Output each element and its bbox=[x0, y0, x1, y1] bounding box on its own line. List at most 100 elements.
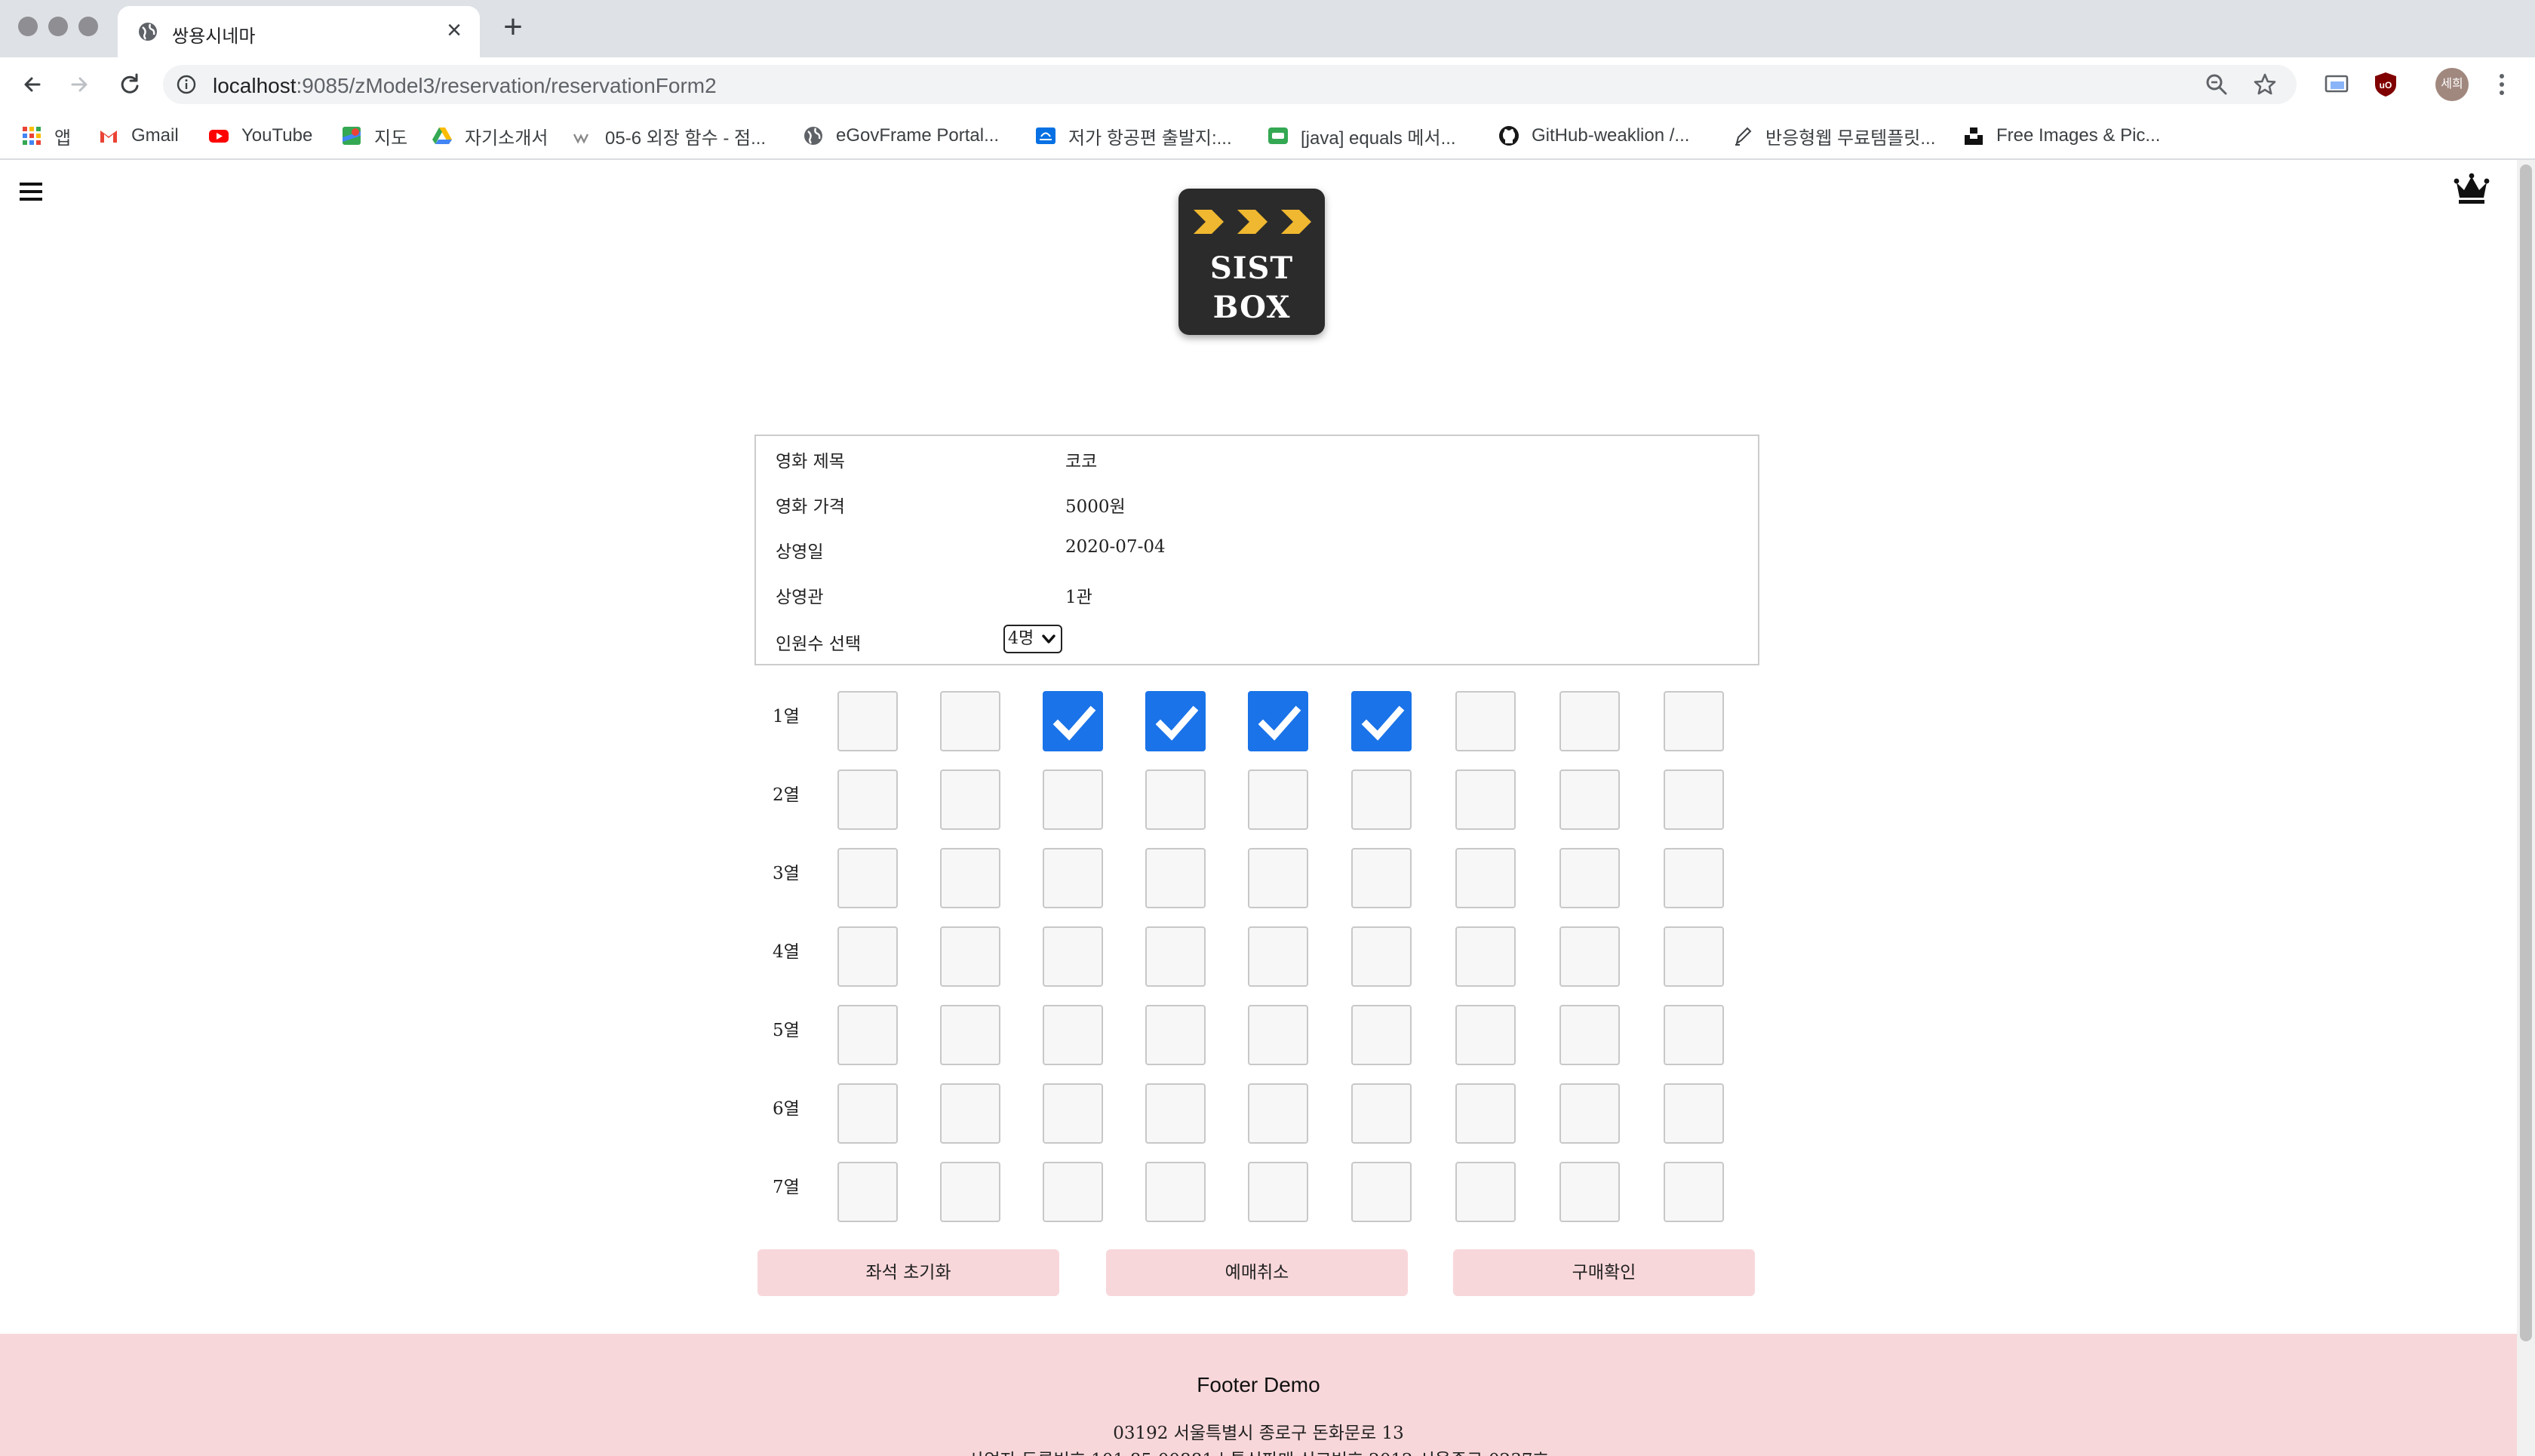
forward-arrow-icon[interactable] bbox=[63, 68, 97, 101]
bookmark-item[interactable]: 반응형웹 무료템플릿... bbox=[1732, 121, 1935, 151]
bookmark-item[interactable]: 저가 항공편 출발지:... bbox=[1035, 121, 1232, 151]
seat-checkbox[interactable] bbox=[1559, 1162, 1620, 1222]
seat-checkbox[interactable] bbox=[1145, 926, 1206, 987]
seat-checkbox[interactable] bbox=[1455, 769, 1516, 830]
seat-checkbox[interactable] bbox=[1559, 769, 1620, 830]
window-minimize-button[interactable] bbox=[48, 17, 68, 36]
window-close-button[interactable] bbox=[18, 17, 38, 36]
reset-seats-button[interactable]: 좌석 초기화 bbox=[757, 1249, 1059, 1296]
seat-checkbox[interactable] bbox=[1664, 1083, 1724, 1144]
seat-checkbox[interactable] bbox=[1559, 1083, 1620, 1144]
seat-checkbox[interactable] bbox=[1455, 926, 1516, 987]
seat-checkbox[interactable] bbox=[1455, 691, 1516, 751]
seat-checkbox[interactable] bbox=[1043, 848, 1103, 908]
cancel-reservation-button[interactable]: 예매취소 bbox=[1106, 1249, 1408, 1296]
seat-checkbox[interactable] bbox=[1351, 848, 1412, 908]
seat-checkbox[interactable] bbox=[1145, 848, 1206, 908]
page-scrollbar[interactable] bbox=[2517, 160, 2535, 1456]
seat-checkbox[interactable] bbox=[1351, 1162, 1412, 1222]
bookmark-item[interactable]: [java] equals 메서... bbox=[1268, 121, 1456, 151]
seat-checkbox[interactable] bbox=[1248, 1083, 1308, 1144]
seat-checkbox[interactable] bbox=[1664, 848, 1724, 908]
seat-checkbox[interactable] bbox=[1248, 1005, 1308, 1065]
people-count-select[interactable]: 4명 bbox=[1003, 625, 1062, 653]
reload-icon[interactable] bbox=[113, 68, 146, 101]
bookmark-item[interactable]: eGovFrame Portal... bbox=[803, 121, 999, 151]
new-tab-button[interactable]: + bbox=[498, 11, 528, 44]
bookmark-item[interactable]: Free Images & Pic... bbox=[1963, 121, 2160, 151]
address-bar[interactable]: localhost:9085/zModel3/reservation/reser… bbox=[163, 65, 2297, 104]
seat-checkbox[interactable] bbox=[1351, 1005, 1412, 1065]
seat-checkbox[interactable] bbox=[837, 769, 898, 830]
seat-checkbox[interactable] bbox=[837, 1083, 898, 1144]
ublock-extension-icon[interactable]: uO bbox=[2372, 71, 2399, 98]
seat-checkbox[interactable] bbox=[1664, 1005, 1724, 1065]
seat-checkbox[interactable] bbox=[1145, 1083, 1206, 1144]
back-arrow-icon[interactable] bbox=[17, 68, 50, 101]
seat-checkbox[interactable] bbox=[1043, 1162, 1103, 1222]
seat-checkbox[interactable] bbox=[1351, 1083, 1412, 1144]
seat-checkbox[interactable] bbox=[1248, 848, 1308, 908]
seat-checkbox[interactable] bbox=[837, 848, 898, 908]
hamburger-menu-icon[interactable] bbox=[20, 181, 44, 202]
seat-checkbox[interactable] bbox=[1664, 769, 1724, 830]
seat-checkbox[interactable] bbox=[1455, 848, 1516, 908]
seat-checkbox[interactable] bbox=[837, 926, 898, 987]
bookmark-item[interactable]: YouTube bbox=[208, 121, 312, 151]
bookmark-item[interactable]: 05-6 외장 함수 - 점... bbox=[572, 121, 766, 151]
seat-checkbox[interactable] bbox=[1043, 926, 1103, 987]
seat-checkbox[interactable] bbox=[1351, 926, 1412, 987]
seat-checkbox[interactable] bbox=[1248, 1162, 1308, 1222]
seat-checkbox[interactable] bbox=[1351, 769, 1412, 830]
seat-checkbox[interactable] bbox=[1559, 1005, 1620, 1065]
seat-checkbox-checked[interactable] bbox=[1145, 691, 1206, 751]
seat-checkbox[interactable] bbox=[1559, 926, 1620, 987]
seat-checkbox[interactable] bbox=[1664, 926, 1724, 987]
seat-checkbox[interactable] bbox=[837, 1005, 898, 1065]
seat-checkbox-checked[interactable] bbox=[1351, 691, 1412, 751]
bookmark-item[interactable]: GitHub-weaklion /... bbox=[1498, 121, 1689, 151]
seat-checkbox[interactable] bbox=[1145, 1162, 1206, 1222]
cast-icon[interactable] bbox=[2324, 71, 2351, 98]
site-info-icon[interactable] bbox=[177, 75, 196, 94]
browser-menu-icon[interactable] bbox=[2494, 68, 2509, 101]
bookmark-star-icon[interactable] bbox=[2253, 72, 2277, 97]
scrollbar-thumb[interactable] bbox=[2520, 164, 2532, 1341]
zoom-icon[interactable] bbox=[2205, 72, 2229, 97]
confirm-purchase-button[interactable]: 구매확인 bbox=[1453, 1249, 1755, 1296]
crown-icon[interactable] bbox=[2454, 172, 2490, 205]
seat-checkbox[interactable] bbox=[1559, 848, 1620, 908]
bookmark-item[interactable]: Gmail bbox=[98, 121, 179, 151]
seat-checkbox[interactable] bbox=[1248, 926, 1308, 987]
seat-checkbox[interactable] bbox=[1664, 1162, 1724, 1222]
browser-tab[interactable]: 쌍용시네마 × bbox=[118, 6, 480, 57]
seat-checkbox[interactable] bbox=[1043, 1083, 1103, 1144]
seat-checkbox[interactable] bbox=[1455, 1005, 1516, 1065]
seat-checkbox[interactable] bbox=[1455, 1162, 1516, 1222]
seat-checkbox[interactable] bbox=[1248, 769, 1308, 830]
seat-checkbox[interactable] bbox=[940, 691, 1000, 751]
seat-checkbox[interactable] bbox=[1145, 769, 1206, 830]
seat-checkbox-checked[interactable] bbox=[1248, 691, 1308, 751]
window-zoom-button[interactable] bbox=[78, 17, 98, 36]
seat-checkbox[interactable] bbox=[940, 1083, 1000, 1144]
seat-checkbox[interactable] bbox=[1043, 769, 1103, 830]
bookmark-item[interactable]: 자기소개서 bbox=[432, 121, 548, 151]
seat-checkbox[interactable] bbox=[1043, 1005, 1103, 1065]
seat-checkbox[interactable] bbox=[1664, 691, 1724, 751]
bookmark-item[interactable]: 지도 bbox=[341, 121, 407, 151]
seat-checkbox[interactable] bbox=[940, 769, 1000, 830]
seat-checkbox[interactable] bbox=[940, 1162, 1000, 1222]
bookmark-item[interactable]: 앱 bbox=[21, 121, 71, 151]
seat-checkbox[interactable] bbox=[1145, 1005, 1206, 1065]
seat-checkbox[interactable] bbox=[1455, 1083, 1516, 1144]
seat-checkbox[interactable] bbox=[837, 691, 898, 751]
tab-close-icon[interactable]: × bbox=[439, 15, 469, 45]
seat-checkbox-checked[interactable] bbox=[1043, 691, 1103, 751]
seat-checkbox[interactable] bbox=[837, 1162, 898, 1222]
profile-avatar[interactable]: 세희 bbox=[2435, 68, 2469, 101]
seat-checkbox[interactable] bbox=[940, 848, 1000, 908]
seat-checkbox[interactable] bbox=[940, 926, 1000, 987]
sist-box-logo[interactable]: SIST BOX bbox=[1178, 189, 1325, 335]
seat-checkbox[interactable] bbox=[940, 1005, 1000, 1065]
